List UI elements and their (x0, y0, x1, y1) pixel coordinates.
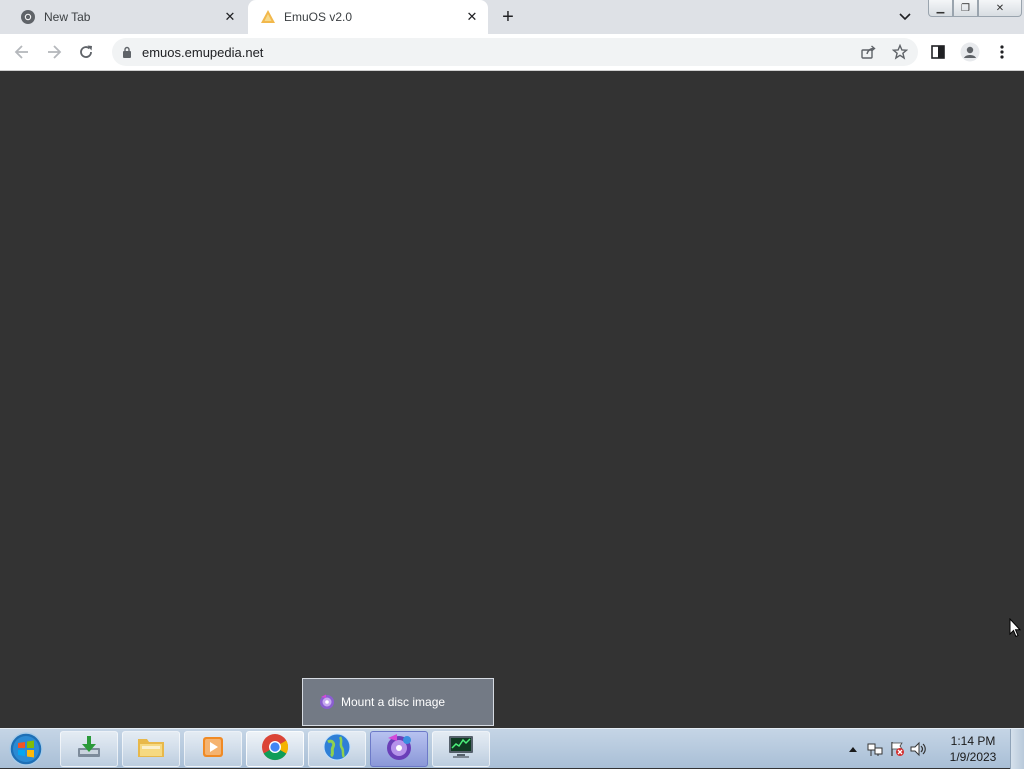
close-tab-icon[interactable]: ✕ (462, 7, 482, 27)
taskbar-tooltip: Mount a disc image (302, 678, 494, 726)
tab-emuos[interactable]: EmuOS v2.0 ✕ (248, 0, 488, 34)
tab-title: EmuOS v2.0 (284, 10, 353, 24)
taskbar-clock[interactable]: 1:14 PM 1/9/2023 (940, 733, 1006, 765)
tab-search-chevron-icon[interactable] (894, 6, 916, 28)
monitor-icon (446, 734, 476, 765)
close-tab-icon[interactable]: ✕ (220, 7, 240, 27)
chrome-icon (260, 732, 290, 767)
taskbar-system-monitor[interactable] (432, 731, 490, 767)
tab-new-tab[interactable]: New Tab ✕ (8, 0, 246, 34)
close-window-button[interactable]: ✕ (978, 0, 1022, 17)
bookmark-star-icon[interactable] (886, 38, 914, 66)
profile-avatar-icon[interactable] (956, 38, 984, 66)
lock-icon[interactable] (120, 46, 134, 58)
tab-title: New Tab (44, 10, 91, 24)
disc-icon (319, 694, 335, 710)
network-icon[interactable] (864, 738, 886, 760)
action-center-flag-icon[interactable] (886, 738, 908, 760)
clock-time: 1:14 PM (950, 734, 996, 748)
media-play-icon (199, 734, 227, 765)
side-panel-icon[interactable] (924, 38, 952, 66)
new-tab-button[interactable]: + (497, 6, 519, 28)
more-menu-icon[interactable] (988, 38, 1016, 66)
mouse-pointer-icon (1009, 617, 1022, 638)
address-bar[interactable]: emuos.emupedia.net (112, 38, 918, 66)
folder-icon (136, 734, 166, 765)
reload-icon[interactable] (72, 38, 100, 66)
volume-speaker-icon[interactable] (908, 738, 930, 760)
forward-arrow-icon[interactable] (40, 38, 68, 66)
disc-icon (384, 732, 414, 767)
window-controls: ▁ ❐ ✕ (928, 0, 1022, 17)
taskbar-file-explorer[interactable] (122, 731, 180, 767)
browser-toolbar: emuos.emupedia.net (0, 34, 1024, 71)
taskbar-media-player[interactable] (184, 731, 242, 767)
share-icon[interactable] (854, 38, 882, 66)
globe-icon (322, 732, 352, 767)
taskbar-chrome[interactable] (246, 731, 304, 767)
clock-date: 1/9/2023 (949, 750, 997, 764)
system-tray (842, 729, 930, 769)
emuos-icon (260, 9, 276, 25)
address-url[interactable]: emuos.emupedia.net (142, 45, 854, 60)
tooltip-text: Mount a disc image (341, 695, 446, 709)
taskbar-disc-mounter[interactable] (370, 731, 428, 767)
minimize-button[interactable]: ▁ (928, 0, 953, 17)
page-content[interactable] (0, 71, 1024, 728)
browser-tab-strip: New Tab ✕ EmuOS v2.0 ✕ + ▁ ❐ ✕ (0, 0, 1024, 34)
download-icon (75, 734, 103, 765)
show-hidden-icons-chevron-icon[interactable] (842, 738, 864, 760)
taskbar-internet-browser[interactable] (308, 731, 366, 767)
back-arrow-icon[interactable] (8, 38, 36, 66)
taskbar: 1:14 PM 1/9/2023 (0, 728, 1024, 769)
show-desktop-button[interactable] (1010, 729, 1024, 769)
restore-button[interactable]: ❐ (953, 0, 978, 17)
chrome-icon (20, 9, 36, 25)
taskbar-download-app[interactable] (60, 731, 118, 767)
start-button[interactable] (6, 730, 46, 768)
